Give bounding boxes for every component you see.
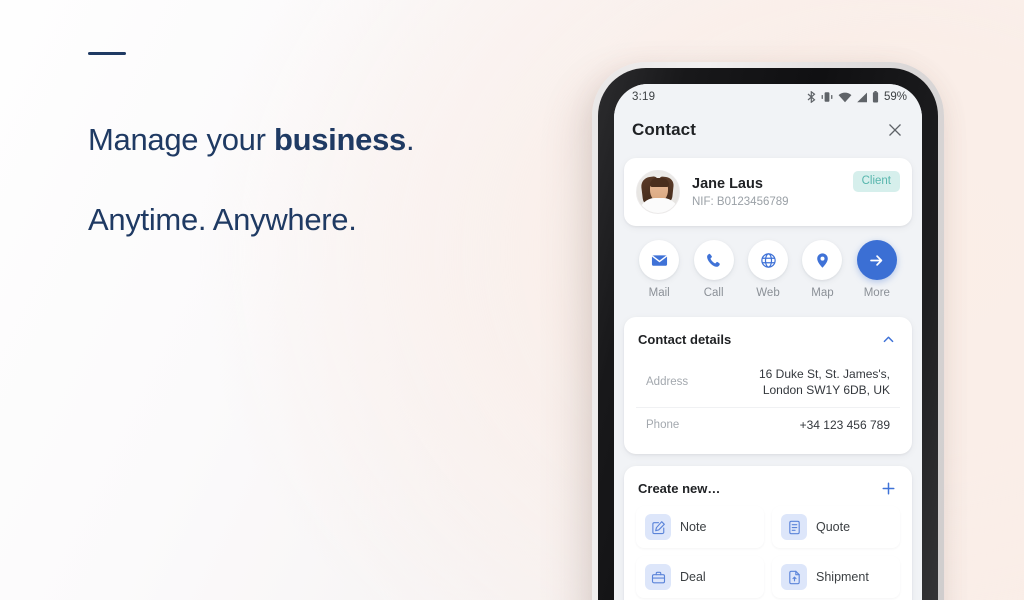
status-bar: 3:19 59% [614,84,922,110]
phone-screen: 3:19 59% Contact Jane Laus NIF: B0123456… [614,84,922,600]
detail-label: Phone [646,419,680,431]
phone-mockup: 3:19 59% Contact Jane Laus NIF: B0123456… [592,62,944,600]
hero-line1-pre: Manage your [88,122,274,157]
status-badge: Client [852,171,900,192]
phone-icon [693,240,734,280]
plus-icon[interactable] [878,478,898,498]
signal-icon [856,92,868,103]
status-time: 3:19 [632,91,656,103]
tile-shipment[interactable]: Shipment [772,556,900,598]
action-call[interactable]: Call [686,240,740,299]
tile-deal[interactable]: Deal [636,556,764,598]
action-more[interactable]: More [850,240,904,299]
hero-divider [88,52,126,55]
tile-quote[interactable]: Quote [772,506,900,548]
file-upload-icon [781,564,807,590]
detail-row-phone[interactable]: Phone +34 123 456 789 [636,408,900,442]
action-web[interactable]: Web [741,240,795,299]
tile-label: Deal [680,570,706,584]
map-pin-icon [802,240,843,280]
quote-document-icon [781,514,807,540]
note-edit-icon [645,514,671,540]
detail-row-address[interactable]: Address 16 Duke St, St. James's, London … [636,357,900,408]
hero-line1-bold: business [273,122,406,157]
section-title: Contact details [638,331,732,347]
create-new-header: Create new… [636,476,900,506]
briefcase-icon [645,564,671,590]
action-mail[interactable]: Mail [632,240,686,299]
app-bar: Contact [614,110,922,150]
action-label: Web [756,287,780,299]
status-icon-group: 59% [807,91,907,103]
action-label: Mail [648,287,670,299]
contact-nif: NIF: B0123456789 [692,195,789,208]
contact-details-card: Contact details Address 16 Duke St, St. … [624,317,912,454]
quick-action-row: Mail Call Web Map More [624,226,912,305]
detail-label: Address [646,376,689,388]
hero-line2: Anytime. Anywhere. [88,202,357,237]
screen-scroll-area[interactable]: Jane Laus NIF: B0123456789 Client Mail C… [614,150,922,600]
detail-value: 16 Duke St, St. James's, London SW1Y 6DB… [758,367,890,397]
tile-note[interactable]: Note [636,506,764,548]
hero-line1-post: . [405,122,415,157]
hero-section: Manage your business. Anytime. Anywhere. [88,52,558,240]
create-new-grid: Note Quote Deal Shipment [636,506,900,600]
globe-icon [748,240,789,280]
contact-name: Jane Laus [692,175,763,192]
action-label: More [863,287,890,299]
close-icon[interactable] [884,119,906,141]
contact-details-list: Address 16 Duke St, St. James's, London … [636,357,900,442]
action-label: Map [811,287,834,299]
bluetooth-icon [807,91,816,103]
tile-label: Note [680,520,707,534]
tile-label: Quote [816,520,851,534]
page-title: Manage your business. Anytime. Anywhere. [88,80,558,240]
arrow-right-icon [856,240,897,280]
mail-icon [639,240,680,280]
detail-value: +34 123 456 789 [799,418,890,432]
action-label: Call [703,287,724,299]
create-new-card: Create new… Note Quote Deal Shipment [624,466,912,600]
chevron-up-icon[interactable] [878,329,898,349]
vibrate-icon [820,91,834,103]
contact-meta: Jane Laus NIF: B0123456789 [692,175,841,210]
contact-details-header[interactable]: Contact details [636,327,900,357]
battery-icon [872,91,879,103]
wifi-icon [838,92,852,103]
action-map[interactable]: Map [795,240,849,299]
contact-summary-card[interactable]: Jane Laus NIF: B0123456789 Client [624,158,912,226]
avatar [636,170,680,214]
battery-percent: 59% [883,91,907,103]
app-bar-title: Contact [632,120,696,139]
section-title: Create new… [638,480,721,496]
tile-label: Shipment [816,570,869,584]
